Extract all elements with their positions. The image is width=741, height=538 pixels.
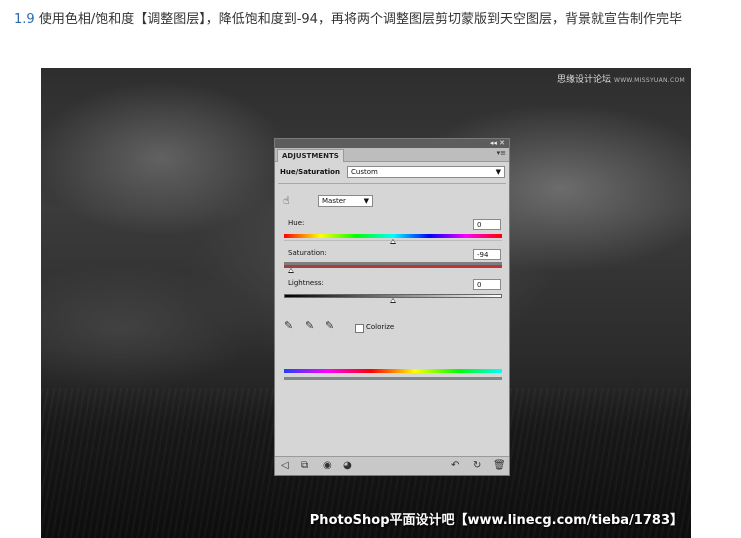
panel-tabbar: ADJUSTMENTS ▾≡ [275, 148, 509, 162]
watermark-bottom: PhotoShop平面设计吧【www.linecg.com/tieba/1783… [309, 513, 683, 528]
tab-adjustments[interactable]: ADJUSTMENTS [277, 149, 344, 162]
step-text: 使用色相/饱和度【调整图层】，降低饱和度到-94，再将两个调整图层剪切蒙版到天空… [38, 12, 682, 27]
lightness-slider-thumb[interactable] [390, 298, 396, 303]
previous-state-icon[interactable]: ↶ [451, 460, 459, 472]
panel-menu-icon[interactable]: ▾≡ [497, 149, 506, 157]
watermark-url: WWW.MISSYUAN.COM [613, 77, 685, 84]
reset-icon[interactable]: ↻ [473, 460, 481, 472]
saturation-color-bar [284, 265, 502, 268]
view-previous-icon[interactable]: ◕ [343, 460, 352, 472]
chevron-down-icon: ▼ [363, 197, 369, 205]
watermark-site-name: 思缘设计论坛 [556, 75, 611, 85]
hue-spectrum-bar [284, 234, 502, 238]
hue-value-field[interactable]: 0 [473, 219, 501, 230]
step-caption: 1.9 使用色相/饱和度【调整图层】，降低饱和度到-94，再将两个调整图层剪切蒙… [14, 10, 726, 29]
eyedropper-icon[interactable]: ✎ [284, 319, 293, 332]
step-number: 1.9 [14, 12, 35, 27]
hand-adjust-icon[interactable]: ☝ [283, 194, 290, 207]
trash-icon[interactable]: 🗑 [493, 460, 506, 472]
chevron-down-icon: ▼ [495, 168, 501, 176]
eyedropper-minus-icon[interactable]: ✎ [325, 319, 334, 332]
colorize-checkbox[interactable] [355, 324, 364, 333]
hue-label: Hue: [288, 219, 305, 227]
saturation-value-field[interactable]: -94 [473, 249, 501, 260]
colorize-label: Colorize [366, 323, 395, 331]
lightness-value-field[interactable]: 0 [473, 279, 501, 290]
watermark-top: 思缘设计论坛 WWW.MISSYUAN.COM [557, 72, 685, 85]
panel-footer: ◁ ⧉ ◉ ◕ ↶ ↻ 🗑 [275, 456, 509, 475]
saturation-label: Saturation: [288, 249, 327, 257]
output-desaturated-bar [284, 377, 502, 380]
clip-layer-icon[interactable]: ⧉ [301, 460, 308, 472]
visibility-icon[interactable]: ◉ [323, 460, 332, 472]
back-arrow-icon[interactable]: ◁ [281, 460, 289, 472]
saturation-slider-thumb[interactable] [287, 268, 294, 273]
preset-value: Custom [351, 168, 378, 176]
adjustment-name: Hue/Saturation [280, 168, 340, 176]
panel-divider [278, 183, 506, 184]
panel-window-controls[interactable]: ◂◂ ✕ [490, 139, 505, 148]
output-spectrum-bar [284, 369, 502, 373]
panel-titlebar: ◂◂ ✕ [275, 139, 509, 148]
preset-select[interactable]: Custom ▼ [347, 166, 505, 178]
lightness-label: Lightness: [288, 279, 324, 287]
channel-select[interactable]: Master ▼ [318, 195, 373, 207]
eyedropper-plus-icon[interactable]: ✎ [305, 319, 314, 332]
adjustments-panel: ◂◂ ✕ ADJUSTMENTS ▾≡ Hue/Saturation Custo… [274, 138, 510, 476]
channel-value: Master [322, 197, 346, 205]
hue-slider-thumb[interactable] [390, 239, 396, 244]
